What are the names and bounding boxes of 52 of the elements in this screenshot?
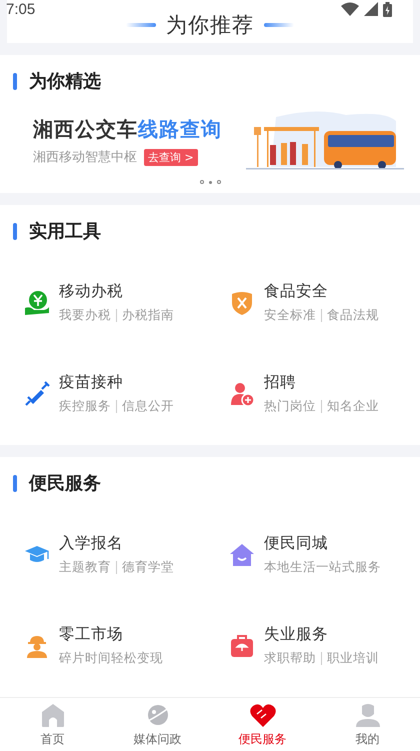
section-title: 为你精选 [29,70,101,94]
service-link[interactable]: 碎片时间轻松变现 [59,650,163,668]
signal-icon [364,2,378,16]
accent-bar [13,72,17,90]
title-decoration-icon [264,22,294,27]
accent-bar [13,222,17,240]
service-link[interactable]: 疾控服务 [59,398,111,416]
carousel-dot[interactable] [200,180,204,184]
tab[interactable]: 媒体问政 [105,698,210,751]
page-title: 为你推荐 [166,12,254,39]
service-title[interactable]: 入学报名 [59,533,174,554]
yuan-hand-icon[interactable] [24,290,50,316]
briefcase-umbrella-icon[interactable] [229,632,255,659]
status-time: 7:05 [6,0,36,18]
service-title[interactable]: 招聘 [264,372,379,394]
tab[interactable]: 首页 [0,698,105,751]
service-title[interactable]: 食品安全 [264,281,379,302]
accent-bar [13,474,17,492]
banner[interactable]: 湘西公交车线路查询 湘西移动智慧中枢 去查询 > [0,107,420,176]
wifi-icon [341,2,359,16]
tab[interactable]: 便民服务 [210,698,315,751]
person-icon [354,702,382,728]
house-face-icon[interactable] [229,542,255,568]
carousel-dot[interactable] [216,180,220,184]
service-link[interactable]: 热门岗位 [264,398,316,416]
service-link[interactable]: 办税指南 [122,307,174,324]
service-title[interactable]: 移动办税 [59,281,174,302]
title-decoration-icon [126,22,156,27]
service-link[interactable]: 求职帮助 [264,650,316,668]
service-link[interactable]: 主题教育 [59,559,111,576]
service-link[interactable]: 食品法规 [327,307,379,324]
person-plus-icon[interactable] [229,380,255,407]
service-link[interactable]: 我要办税 [59,307,111,324]
service-title[interactable]: 零工市场 [59,624,163,646]
service-title[interactable]: 疫苗接种 [59,372,174,394]
query-button[interactable]: 去查询 > [144,148,198,166]
heart-icon [248,702,276,728]
service-link[interactable]: 本地生活一站式服务 [264,559,381,576]
service-title[interactable]: 失业服务 [264,624,379,646]
carousel-dot[interactable] [208,180,212,184]
service-link[interactable]: 职业培训 [327,650,379,668]
banner-title: 湘西公交车线路查询 [33,116,222,144]
tab[interactable]: 我的 [315,698,420,751]
section-title: 便民服务 [29,472,101,496]
service-link[interactable]: 信息公开 [122,398,174,416]
service-title[interactable]: 便民同城 [264,533,381,554]
section-title: 实用工具 [29,220,101,244]
service-link[interactable]: 知名企业 [327,398,379,416]
syringe-icon[interactable] [24,380,50,407]
service-link[interactable]: 安全标准 [264,307,316,324]
banner-subtitle: 湘西移动智慧中枢 [33,149,137,166]
service-link[interactable]: 德育学堂 [122,559,174,576]
